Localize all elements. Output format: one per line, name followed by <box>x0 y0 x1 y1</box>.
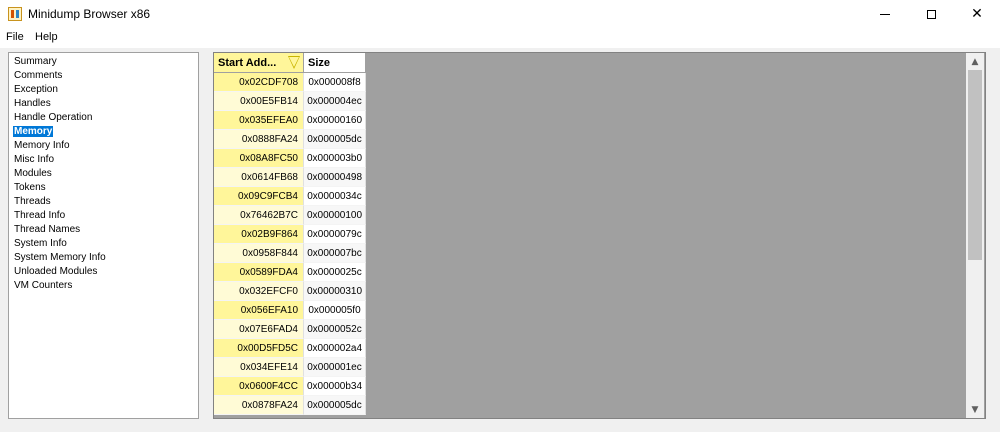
tree-item-summary[interactable]: Summary <box>9 55 198 69</box>
tree-item-memory-info[interactable]: Memory Info <box>9 139 198 153</box>
cell-start-address: 0x76462B7C <box>214 206 304 225</box>
table-row[interactable]: 0x0888FA24 0x000005dc <box>214 130 366 149</box>
cell-start-address: 0x02B9F864 <box>214 225 304 244</box>
cell-size: 0x0000079c <box>304 225 366 244</box>
cell-start-address: 0x07E6FAD4 <box>214 320 304 339</box>
tree-item-unloaded-modules[interactable]: Unloaded Modules <box>9 265 198 279</box>
memory-grid: Start Add... Size 0x02CDF708 0x000008f8 0x… <box>213 52 986 419</box>
grid-rows: 0x02CDF708 0x000008f8 0x00E5FB14 0x000004ec… <box>214 73 366 415</box>
cell-size: 0x0000052c <box>304 320 366 339</box>
tree-item-vm-counters[interactable]: VM Counters <box>9 279 198 293</box>
menu-help[interactable]: Help <box>35 31 58 43</box>
scroll-thumb[interactable] <box>968 70 982 260</box>
tree-item-threads[interactable]: Threads <box>9 195 198 209</box>
cell-start-address: 0x056EFA10 <box>214 301 304 320</box>
cell-size: 0x0000025c <box>304 263 366 282</box>
scroll-up-icon[interactable]: ▲ <box>966 53 984 70</box>
tree-item-comments[interactable]: Comments <box>9 69 198 83</box>
table-row[interactable]: 0x00D5FD5C 0x000002a4 <box>214 339 366 358</box>
table-row[interactable]: 0x08A8FC50 0x000003b0 <box>214 149 366 168</box>
cell-start-address: 0x0600F4CC <box>214 377 304 396</box>
column-header-size[interactable]: Size <box>304 53 366 73</box>
table-row[interactable]: 0x02B9F864 0x0000079c <box>214 225 366 244</box>
cell-size: 0x000007bc <box>304 244 366 263</box>
tree-item-misc-info[interactable]: Misc Info <box>9 153 198 167</box>
cell-start-address: 0x00E5FB14 <box>214 92 304 111</box>
sort-descending-icon <box>288 56 300 69</box>
maximize-button[interactable] <box>908 0 954 28</box>
table-row[interactable]: 0x0600F4CC 0x00000b34 <box>214 377 366 396</box>
cell-start-address: 0x0878FA24 <box>214 396 304 415</box>
cell-start-address: 0x0589FDA4 <box>214 263 304 282</box>
cell-size: 0x000003b0 <box>304 149 366 168</box>
main-window: Minidump Browser x86 ✕ File Help Summary… <box>0 0 1000 432</box>
table-row[interactable]: 0x0589FDA4 0x0000025c <box>214 263 366 282</box>
cell-start-address: 0x08A8FC50 <box>214 149 304 168</box>
tree-item-modules[interactable]: Modules <box>9 167 198 181</box>
table-row[interactable]: 0x00E5FB14 0x000004ec <box>214 92 366 111</box>
tree-item-handle-operation[interactable]: Handle Operation <box>9 111 198 125</box>
cell-size: 0x00000100 <box>304 206 366 225</box>
cell-start-address: 0x0958F844 <box>214 244 304 263</box>
scroll-down-icon[interactable]: ▼ <box>966 401 984 418</box>
cell-size: 0x000005f0 <box>304 301 366 320</box>
tree-item-memory[interactable]: Memory <box>9 125 198 139</box>
table-row[interactable]: 0x032EFCF0 0x00000310 <box>214 282 366 301</box>
close-icon: ✕ <box>971 6 983 22</box>
tree-item-exception[interactable]: Exception <box>9 83 198 97</box>
minimize-icon <box>880 13 890 15</box>
cell-size: 0x000008f8 <box>304 73 366 92</box>
table-row[interactable]: 0x0614FB68 0x00000498 <box>214 168 366 187</box>
close-button[interactable]: ✕ <box>954 0 1000 28</box>
tree-item-thread-info[interactable]: Thread Info <box>9 209 198 223</box>
cell-size: 0x000005dc <box>304 396 366 415</box>
cell-size: 0x000001ec <box>304 358 366 377</box>
table-row[interactable]: 0x0958F844 0x000007bc <box>214 244 366 263</box>
cell-start-address: 0x0888FA24 <box>214 130 304 149</box>
table-row[interactable]: 0x76462B7C 0x00000100 <box>214 206 366 225</box>
window-title: Minidump Browser x86 <box>28 7 151 21</box>
table-row[interactable]: 0x0878FA24 0x000005dc <box>214 396 366 415</box>
table-row[interactable]: 0x09C9FCB4 0x0000034c <box>214 187 366 206</box>
cell-start-address: 0x032EFCF0 <box>214 282 304 301</box>
cell-start-address: 0x02CDF708 <box>214 73 304 92</box>
column-header-start-address[interactable]: Start Add... <box>214 53 304 73</box>
grid-header: Start Add... Size <box>214 53 366 73</box>
tree-item-thread-names[interactable]: Thread Names <box>9 223 198 237</box>
cell-size: 0x000002a4 <box>304 339 366 358</box>
table-row[interactable]: 0x034EFE14 0x000001ec <box>214 358 366 377</box>
cell-start-address: 0x09C9FCB4 <box>214 187 304 206</box>
minimize-button[interactable] <box>862 0 908 28</box>
table-row[interactable]: 0x07E6FAD4 0x0000052c <box>214 320 366 339</box>
cell-size: 0x000005dc <box>304 130 366 149</box>
tree-item-system-info[interactable]: System Info <box>9 237 198 251</box>
tree-item-system-memory-info[interactable]: System Memory Info <box>9 251 198 265</box>
table-row[interactable]: 0x056EFA10 0x000005f0 <box>214 301 366 320</box>
status-strip <box>0 422 1000 432</box>
vertical-scrollbar[interactable]: ▲ ▼ <box>966 53 984 418</box>
cell-size: 0x00000160 <box>304 111 366 130</box>
tree-item-handles[interactable]: Handles <box>9 97 198 111</box>
cell-size: 0x000004ec <box>304 92 366 111</box>
title-bar: Minidump Browser x86 ✕ <box>0 0 1000 28</box>
cell-size: 0x00000498 <box>304 168 366 187</box>
app-icon <box>8 7 22 21</box>
table-row[interactable]: 0x035EFEA0 0x00000160 <box>214 111 366 130</box>
cell-size: 0x00000b34 <box>304 377 366 396</box>
cell-start-address: 0x035EFEA0 <box>214 111 304 130</box>
cell-start-address: 0x00D5FD5C <box>214 339 304 358</box>
cell-start-address: 0x0614FB68 <box>214 168 304 187</box>
table-row[interactable]: 0x02CDF708 0x000008f8 <box>214 73 366 92</box>
menu-bar: File Help <box>0 28 1000 48</box>
cell-start-address: 0x034EFE14 <box>214 358 304 377</box>
cell-size: 0x0000034c <box>304 187 366 206</box>
menu-file[interactable]: File <box>6 31 24 43</box>
category-list: Summary Comments Exception Handles Handl… <box>8 52 199 419</box>
cell-size: 0x00000310 <box>304 282 366 301</box>
maximize-icon <box>926 9 936 19</box>
tree-item-tokens[interactable]: Tokens <box>9 181 198 195</box>
